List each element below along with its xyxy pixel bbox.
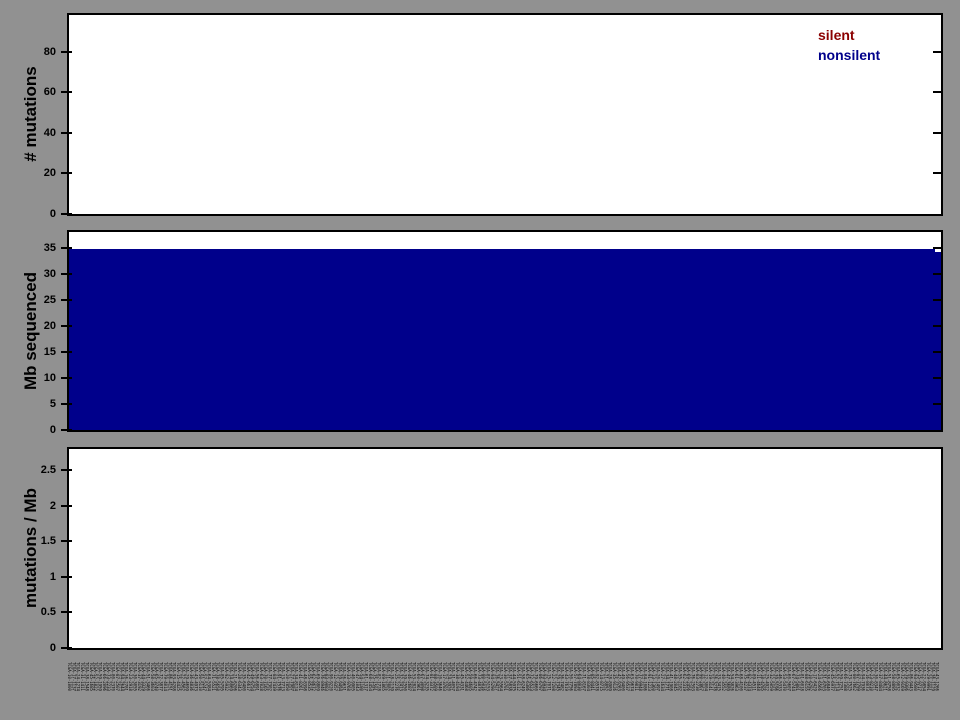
y-tick-mark: [61, 273, 72, 275]
y-tick-label: 20: [16, 166, 56, 180]
y-tick-label: 25: [16, 293, 56, 307]
y-tick-mark: [61, 469, 72, 471]
y-tick-label: 5: [16, 397, 56, 411]
sample-label: TCGA-43-1266: [935, 662, 939, 691]
y-tick-mark: [61, 325, 72, 327]
y-tick-label: 0: [16, 641, 56, 655]
y-tick-mark-right: [933, 91, 941, 93]
y-tick-label: 2: [16, 499, 56, 513]
y-tick-mark: [61, 351, 72, 353]
y-tick-label: 35: [16, 241, 56, 255]
legend-item-silent: silent: [818, 25, 880, 45]
y-tick-label: 1: [16, 570, 56, 584]
y-tick-mark-right: [933, 377, 941, 379]
y-tick-mark: [61, 429, 72, 431]
y-tick-label: 60: [16, 85, 56, 99]
y-tick-label: 15: [16, 345, 56, 359]
y-tick-mark: [61, 576, 72, 578]
y-tick-mark: [61, 647, 72, 649]
y-tick-mark: [61, 299, 72, 301]
panel-mutation-counts: silent nonsilent: [67, 13, 943, 216]
y-tick-label: 30: [16, 267, 56, 281]
y-tick-mark: [61, 91, 72, 93]
y-tick-mark-right: [933, 273, 941, 275]
y-tick-mark-right: [933, 51, 941, 53]
y-tick-mark: [61, 505, 72, 507]
y-tick-mark: [61, 51, 72, 53]
y-tick-label: 80: [16, 45, 56, 59]
y-tick-mark: [61, 540, 72, 542]
y-tick-mark: [61, 213, 72, 215]
y-tick-mark: [61, 403, 72, 405]
panel-mb-sequenced: [67, 230, 943, 432]
y-tick-mark-right: [933, 403, 941, 405]
mutation-count-bars: [69, 15, 941, 214]
y-tick-mark: [61, 172, 72, 174]
y-tick-label: 0.5: [16, 605, 56, 619]
y-tick-mark-right: [933, 247, 941, 249]
y-tick-label: 2.5: [16, 463, 56, 477]
mb-sequenced-bars: [69, 232, 941, 430]
y-tick-mark-right: [933, 325, 941, 327]
y-tick-label: 1.5: [16, 534, 56, 548]
legend-item-nonsilent: nonsilent: [818, 45, 880, 65]
y-tick-mark: [61, 132, 72, 134]
y-tick-label: 0: [16, 207, 56, 221]
y-tick-mark: [61, 247, 72, 249]
sample-name-labels-strip: TCGA-10-1000TCGA-17-1137TCGA-24-1274TCGA…: [67, 662, 943, 720]
y-tick-mark-right: [933, 132, 941, 134]
mutation-rate-figure: # mutations Mb sequenced mutations / Mb …: [0, 0, 960, 720]
y-tick-mark-right: [933, 172, 941, 174]
mb-bar-block: [69, 249, 935, 430]
y-axis-label-num-mutations: # mutations: [21, 66, 41, 161]
y-tick-mark-right: [933, 351, 941, 353]
y-tick-label: 40: [16, 126, 56, 140]
mutation-rate-bars: [69, 449, 941, 648]
y-tick-mark: [61, 611, 72, 613]
y-tick-mark-right: [933, 299, 941, 301]
panel-mutation-rate: [67, 447, 943, 650]
y-tick-label: 0: [16, 423, 56, 437]
y-tick-label: 10: [16, 371, 56, 385]
y-tick-mark: [61, 377, 72, 379]
legend: silent nonsilent: [818, 25, 880, 65]
y-tick-label: 20: [16, 319, 56, 333]
